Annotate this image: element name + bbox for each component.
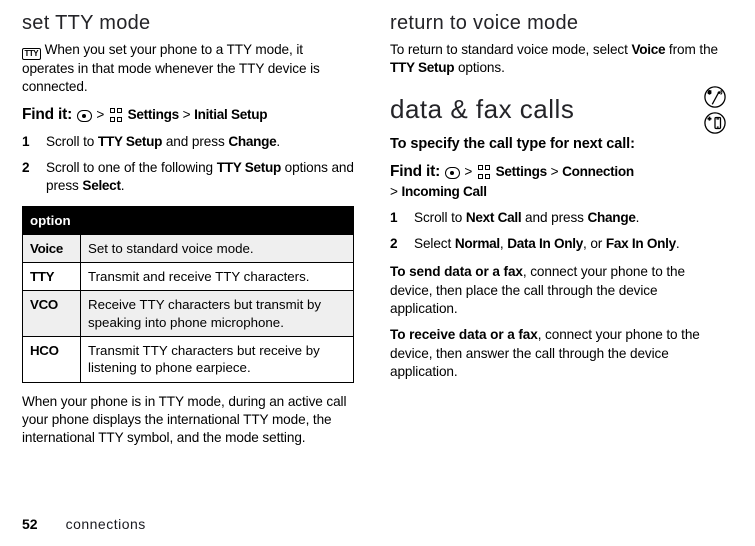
table-row: TTY Transmit and receive TTY characters. [23,263,354,291]
tty-outro: When your phone is in TTY mode, during a… [22,393,354,448]
find-it-left: Find it: > Settings > Initial Setup [22,105,354,126]
send-data-fax: To send data or a fax, connect your phon… [390,263,726,318]
gt2: > [183,107,191,122]
gt1: > [96,107,104,122]
tty-option-table: option Voice Set to standard voice mode.… [22,206,354,383]
row-val: Transmit TTY characters but receive by l… [81,337,354,383]
tty-boxed-icon: TTY [22,48,41,60]
find-it-right: Find it: > Settings > Connection > Incom… [390,162,726,201]
path-settings-r: Settings [496,164,547,179]
row-key: HCO [23,337,81,383]
right-steps: 1 Scroll to Next Call and press Change. … [390,209,726,254]
step-text: Select Normal, Data In Only, or Fax In O… [414,235,680,253]
path-incoming-call: Incoming Call [402,184,487,199]
find-it-label: Find it: [22,106,72,123]
gt4: > [551,164,559,179]
gt3: > [464,164,472,179]
row-val: Transmit and receive TTY characters. [81,263,354,291]
row-key: Voice [23,234,81,262]
feature-badges: + + [698,86,726,134]
step-num: 1 [22,133,32,151]
right-step-2: 2 Select Normal, Data In Only, or Fax In… [390,235,726,253]
path-initial-setup: Initial Setup [194,107,267,122]
left-step-1: 1 Scroll to TTY Setup and press Change. [22,133,354,151]
option-header: option [23,206,354,234]
path-settings: Settings [128,107,179,122]
menu-grid-icon [109,108,123,122]
step-num: 2 [22,159,32,196]
menu-grid-icon [477,165,491,179]
table-row: HCO Transmit TTY characters but receive … [23,337,354,383]
table-row: Voice Set to standard voice mode. [23,234,354,262]
antenna-plus-icon: + [704,86,726,108]
find-it-label: Find it: [390,163,440,180]
step-num: 1 [390,209,400,227]
left-steps: 1 Scroll to TTY Setup and press Change. … [22,133,354,196]
return-voice-text: To return to standard voice mode, select… [390,41,726,78]
row-key: TTY [23,263,81,291]
right-step-1: 1 Scroll to Next Call and press Change. [390,209,726,227]
svg-text:+: + [708,116,711,122]
phone-plus-icon: + [704,112,726,134]
path-connection: Connection [562,164,634,179]
tty-intro-text: When you set your phone to a TTY mode, i… [22,42,320,94]
left-step-2: 2 Scroll to one of the following TTY Set… [22,159,354,196]
step-text: Scroll to TTY Setup and press Change. [46,133,280,151]
nav-key-icon [445,167,460,179]
data-fax-heading: data & fax calls [390,94,726,125]
row-val: Set to standard voice mode. [81,234,354,262]
svg-text:+: + [708,90,711,96]
section-label: connections [66,516,146,532]
row-val: Receive TTY characters but transmit by s… [81,291,354,337]
receive-data-fax: To receive data or a fax, connect your p… [390,326,726,381]
set-tty-heading: set TTY mode [22,12,354,35]
tty-intro: TTYWhen you set your phone to a TTY mode… [22,41,354,97]
gt5: > [390,184,398,199]
nav-key-icon [77,110,92,122]
return-voice-heading: return to voice mode [390,12,726,35]
page-footer: 52 connections [22,516,146,532]
table-row: VCO Receive TTY characters but transmit … [23,291,354,337]
step-text: Scroll to Next Call and press Change. [414,209,639,227]
step-num: 2 [390,235,400,253]
row-key: VCO [23,291,81,337]
page-number: 52 [22,516,38,532]
specify-call-type: To specify the call type for next call: [390,135,726,155]
step-text: Scroll to one of the following TTY Setup… [46,159,354,196]
